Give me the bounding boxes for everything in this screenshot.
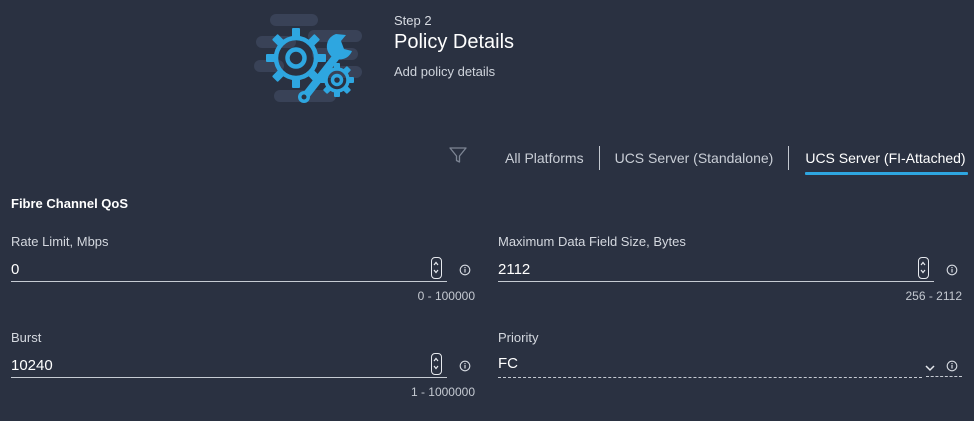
- burst-field: Burst 1 - 1000000: [11, 330, 475, 399]
- filter-icon[interactable]: [448, 145, 468, 165]
- priority-label: Priority: [498, 330, 539, 345]
- policy-details-page: Step 2 Policy Details Add policy details…: [0, 0, 974, 421]
- rate-limit-info-icon[interactable]: [459, 263, 471, 276]
- max-data-field-size-field: Maximum Data Field Size, Bytes 256 - 211…: [498, 234, 962, 303]
- burst-label: Burst: [11, 330, 42, 345]
- max-data-field-size-label: Maximum Data Field Size, Bytes: [498, 234, 686, 249]
- burst-info-icon[interactable]: [459, 359, 471, 372]
- burst-stepper-icon[interactable]: [431, 353, 442, 375]
- rate-limit-stepper-icon[interactable]: [431, 257, 442, 279]
- tab-ucs-server-fi-attached[interactable]: UCS Server (FI-Attached): [789, 144, 968, 175]
- priority-selected-value: FC: [498, 355, 518, 372]
- page-title: Policy Details: [394, 31, 515, 53]
- max-data-field-size-info-icon[interactable]: [946, 263, 958, 276]
- max-data-field-size-input[interactable]: [498, 257, 934, 282]
- max-data-field-size-range: 256 - 2112: [905, 289, 963, 303]
- max-data-field-size-stepper-icon[interactable]: [918, 257, 929, 279]
- priority-info-icon[interactable]: [946, 359, 958, 372]
- rate-limit-field: Rate Limit, Mbps 0 - 100000: [11, 234, 475, 303]
- platform-tabs: All Platforms UCS Server (Standalone) UC…: [490, 144, 968, 175]
- burst-range: 1 - 1000000: [410, 385, 475, 399]
- chevron-down-icon[interactable]: [924, 360, 936, 372]
- section-title: Fibre Channel QoS: [11, 196, 129, 211]
- priority-field: Priority FC: [498, 330, 962, 379]
- tab-all-platforms[interactable]: All Platforms: [490, 144, 599, 173]
- burst-input[interactable]: [11, 353, 447, 378]
- page-subtitle: Add policy details: [394, 64, 496, 79]
- step-label: Step 2: [394, 13, 432, 28]
- gear-wrench-icon: [252, 10, 366, 110]
- rate-limit-range: 0 - 100000: [417, 289, 475, 303]
- tab-ucs-server-standalone[interactable]: UCS Server (Standalone): [600, 144, 789, 173]
- rate-limit-input[interactable]: [11, 257, 447, 282]
- priority-underline-extension: [926, 376, 962, 377]
- priority-select[interactable]: FC: [498, 353, 922, 378]
- rate-limit-label: Rate Limit, Mbps: [11, 234, 109, 249]
